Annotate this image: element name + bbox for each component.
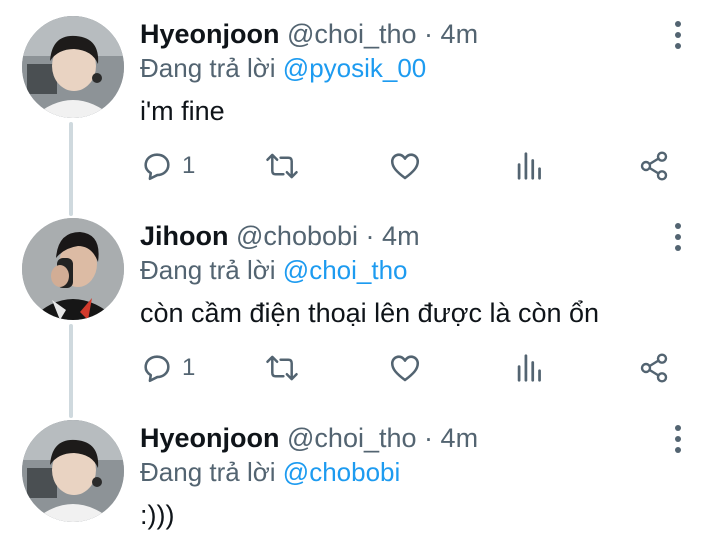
reply-button[interactable]: 1 [140,350,195,386]
reply-count: 1 [182,354,196,381]
retweet-icon [266,153,298,179]
replying-to-label: Đang trả lời [140,457,276,487]
tweet-text: :))) [140,500,175,530]
reply-mention-link[interactable]: @pyosik_00 [283,53,426,83]
replying-to-label: Đang trả lời [140,53,276,83]
user-handle[interactable]: @choi_tho [287,423,417,453]
views-button[interactable] [515,148,545,184]
more-options-icon[interactable] [664,18,692,52]
display-name[interactable]: Hyeonjoon [140,19,280,49]
more-options-icon[interactable] [664,220,692,254]
action-bar: 1 [140,350,700,386]
retweet-icon [266,355,298,381]
views-button[interactable] [515,350,545,386]
tweet-text: i'm fine [140,96,225,126]
separator-dot: · [365,221,375,251]
tweet-2[interactable]: Jihoon @chobobi · 4m Đang trả lời @choi_… [0,202,719,404]
timestamp[interactable]: 4m [382,221,420,251]
reply-mention-link[interactable]: @choi_tho [283,255,408,285]
separator-dot: · [424,19,434,49]
comment-bubble-icon [144,355,170,383]
bar-chart-icon [517,152,541,180]
separator-dot: · [424,423,434,453]
action-bar: 1 [140,148,700,184]
user-handle[interactable]: @chobobi [236,221,358,251]
reply-button[interactable]: 1 [140,148,195,184]
bar-chart-icon [517,354,541,382]
comment-bubble-icon [144,153,170,181]
heart-icon [390,153,420,180]
tweet-text: còn cầm điện thoại lên được là còn ổn [140,298,600,328]
retweet-button[interactable] [264,350,300,386]
retweet-button[interactable] [264,148,300,184]
timestamp[interactable]: 4m [441,423,479,453]
replying-to-label: Đang trả lời [140,255,276,285]
display-name[interactable]: Hyeonjoon [140,423,280,453]
like-button[interactable] [388,148,422,184]
avatar[interactable] [22,16,124,118]
reply-mention-link[interactable]: @chobobi [283,457,400,487]
more-options-icon[interactable] [664,422,692,456]
share-button[interactable] [638,148,670,184]
like-button[interactable] [388,350,422,386]
avatar[interactable] [22,218,124,320]
tweet-1[interactable]: Hyeonjoon @choi_tho · 4m Đang trả lời @p… [0,0,719,202]
heart-icon [390,355,420,382]
avatar[interactable] [22,420,124,522]
share-icon [640,151,668,181]
share-button[interactable] [638,350,670,386]
share-icon [640,353,668,383]
timestamp[interactable]: 4m [441,19,479,49]
display-name[interactable]: Jihoon [140,221,229,251]
tweet-3[interactable]: Hyeonjoon @choi_tho · 4m Đang trả lời @c… [0,404,719,550]
reply-count: 1 [182,152,196,179]
user-handle[interactable]: @choi_tho [287,19,417,49]
